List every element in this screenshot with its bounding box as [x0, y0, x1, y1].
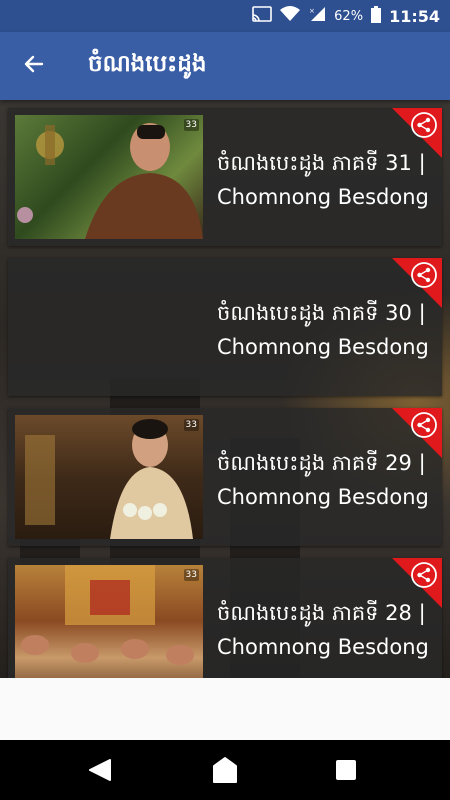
episode-title-latin: Chomnong Besdong [217, 485, 429, 509]
nav-back-button[interactable] [86, 756, 114, 784]
episode-card[interactable]: 33 ចំណងបេះដូង ភាគទី 31 | Chomnong Besdon… [8, 108, 442, 246]
home-icon [211, 757, 239, 788]
cast-icon [252, 6, 272, 26]
episode-title-latin: Chomnong Besdong [217, 335, 429, 359]
episode-card[interactable]: ចំណងបេះដូង ភាគទី 30 | Chomnong Besdong [8, 258, 442, 396]
page-title: ចំណងបេះដូង [88, 51, 207, 77]
thumbnail-art [21, 565, 194, 665]
thumbnail-art [17, 123, 203, 239]
nav-recents-button[interactable] [332, 756, 360, 784]
battery-icon [371, 5, 382, 27]
episode-title-latin: Chomnong Besdong [217, 185, 429, 209]
episode-card[interactable]: 33 ចំណងបេះដូង ភាគទី 28 | Chomnong Besdon… [8, 558, 442, 696]
channel-logo: 33 [183, 119, 199, 131]
thumbnail-art [25, 419, 193, 539]
channel-logo: 33 [183, 419, 199, 431]
nav-home-button[interactable] [211, 756, 239, 784]
arrow-back-icon [22, 52, 46, 80]
episode-thumbnail: 33 [15, 415, 203, 539]
share-button[interactable] [392, 258, 442, 308]
channel-logo: 33 [183, 569, 199, 581]
share-button[interactable] [392, 408, 442, 458]
back-button[interactable] [16, 48, 52, 84]
share-button[interactable] [392, 108, 442, 158]
episode-card[interactable]: 33 ចំណងបេះដូង ភាគទី 29 | Chomnong Besdon… [8, 408, 442, 546]
bottom-blank-area [0, 678, 450, 740]
status-bar: × 62% 11:54 [0, 0, 450, 32]
clock: 11:54 [389, 6, 440, 26]
signal-icon: × [308, 6, 326, 26]
navigation-bar [0, 740, 450, 800]
episode-title-latin: Chomnong Besdong [217, 635, 429, 659]
triangle-back-icon [86, 759, 114, 788]
episode-thumbnail: 33 [15, 115, 203, 239]
app-bar: ចំណងបេះដូង [0, 32, 450, 100]
episode-thumbnail: 33 [15, 565, 203, 689]
battery-percent: 62% [334, 8, 364, 24]
wifi-icon [280, 6, 301, 26]
svg-text:×: × [309, 7, 315, 15]
share-button[interactable] [392, 558, 442, 608]
square-recents-icon [332, 760, 360, 788]
